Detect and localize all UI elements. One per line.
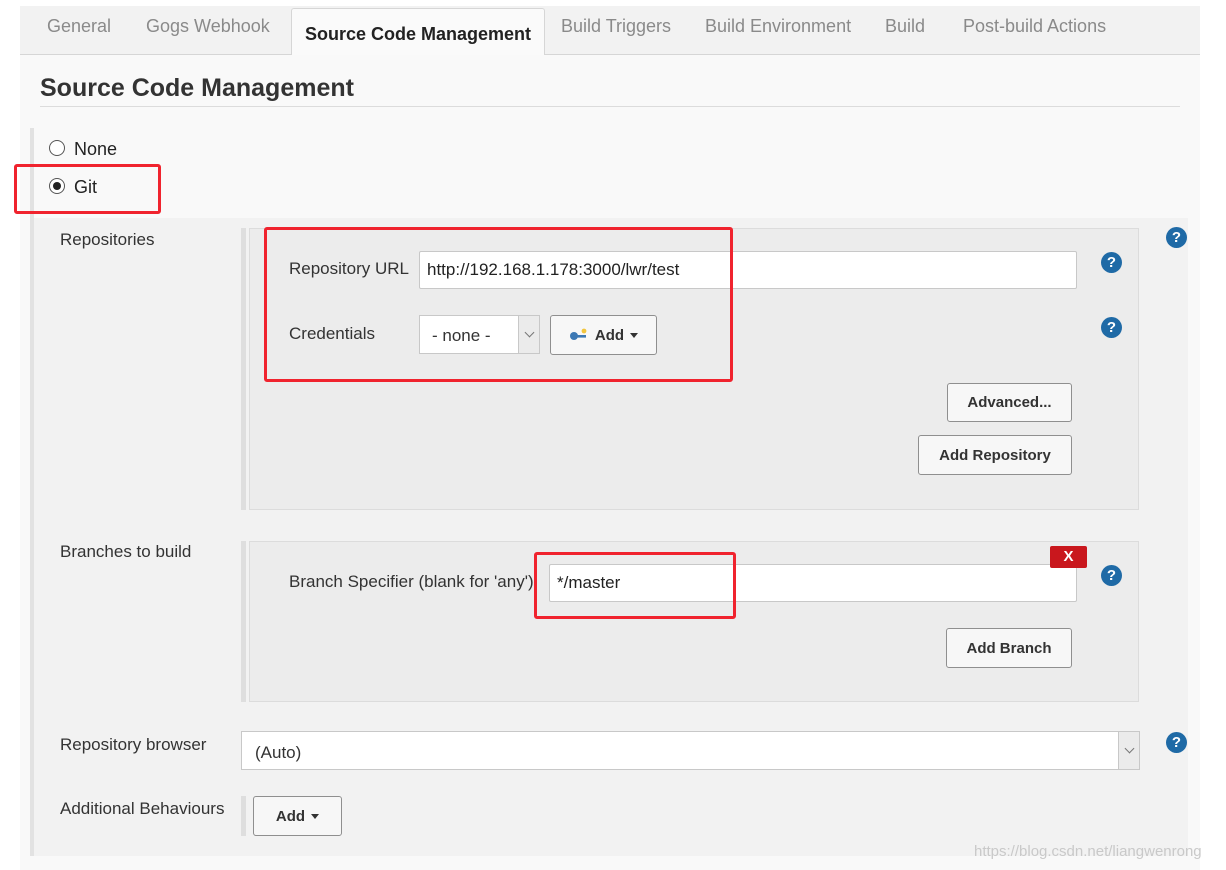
annotation-highlight-repository — [264, 227, 733, 382]
help-icon[interactable]: ? — [1101, 317, 1122, 338]
repository-browser-select[interactable]: (Auto) — [241, 731, 1140, 770]
branch-specifier-label: Branch Specifier (blank for 'any') — [289, 572, 534, 591]
tab-build-environment[interactable]: Build Environment — [705, 16, 851, 37]
add-repository-button[interactable]: Add Repository — [918, 435, 1072, 475]
help-icon[interactable]: ? — [1166, 227, 1187, 248]
chevron-down-icon — [1118, 732, 1139, 769]
section-title: Source Code Management — [40, 74, 354, 102]
help-icon[interactable]: ? — [1166, 732, 1187, 753]
tab-bar: General Gogs Webhook Source Code Managem… — [20, 6, 1200, 55]
help-icon[interactable]: ? — [1101, 252, 1122, 273]
repository-browser-label: Repository browser — [60, 735, 207, 754]
scm-none-label[interactable]: None — [74, 139, 117, 160]
additional-behaviours-bar — [241, 796, 246, 836]
tab-post-build-actions[interactable]: Post-build Actions — [963, 16, 1106, 37]
repositories-block-bar — [241, 228, 246, 510]
advanced-button[interactable]: Advanced... — [947, 383, 1072, 422]
caret-down-icon — [311, 813, 320, 819]
branches-label: Branches to build — [60, 542, 192, 561]
additional-behaviours-label: Additional Behaviours — [60, 799, 225, 818]
section-divider — [40, 106, 1180, 107]
tab-source-code-management[interactable]: Source Code Management — [291, 8, 546, 55]
tab-build-triggers[interactable]: Build Triggers — [561, 16, 671, 37]
tab-build[interactable]: Build — [885, 16, 925, 37]
tab-gogs-webhook[interactable]: Gogs Webhook — [146, 16, 270, 37]
scm-none-radio[interactable] — [49, 140, 65, 156]
tab-general[interactable]: General — [47, 16, 111, 37]
repository-browser-value: (Auto) — [255, 743, 302, 762]
watermark-text: https://blog.csdn.net/liangwenrong — [974, 843, 1202, 860]
add-behaviour-button[interactable]: Add — [253, 796, 342, 836]
add-branch-button[interactable]: Add Branch — [946, 628, 1072, 668]
annotation-highlight-branch — [534, 552, 736, 619]
delete-branch-button[interactable]: X — [1050, 546, 1087, 568]
annotation-highlight-git — [14, 164, 161, 214]
branches-block-bar — [241, 541, 246, 702]
help-icon[interactable]: ? — [1101, 565, 1122, 586]
add-behaviour-label: Add — [275, 807, 306, 825]
repositories-label: Repositories — [60, 230, 155, 249]
